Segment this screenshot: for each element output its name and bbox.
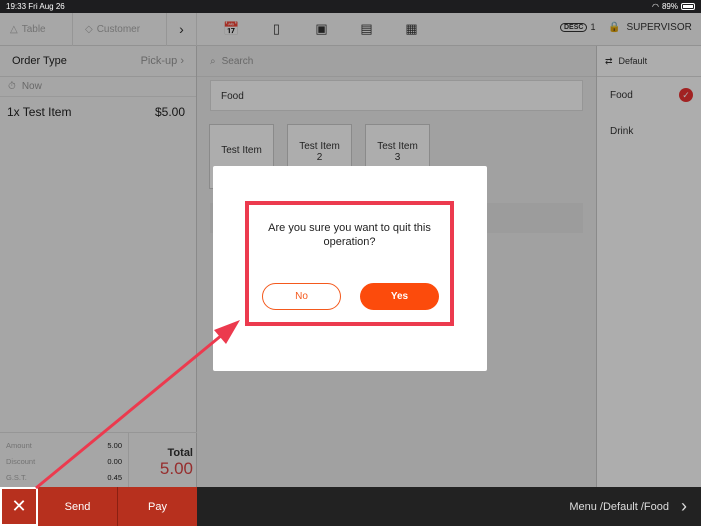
arrow-head xyxy=(214,320,240,344)
annotation-arrow xyxy=(35,320,240,490)
arrow-line xyxy=(35,328,229,490)
